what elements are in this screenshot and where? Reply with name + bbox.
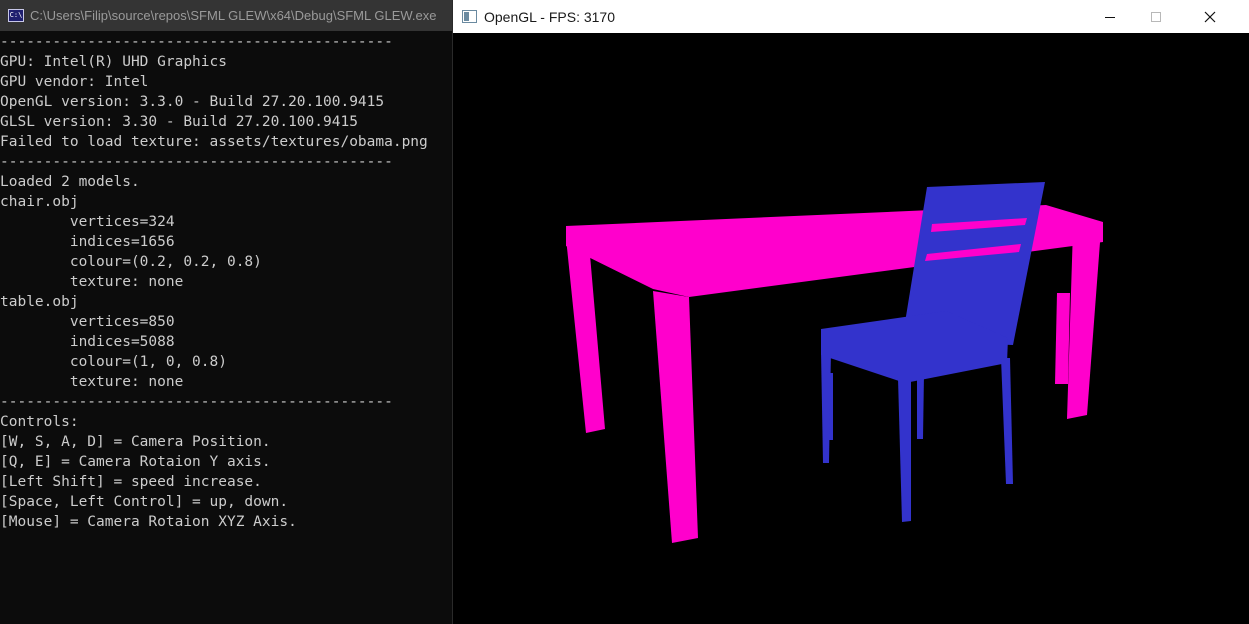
console-line: vertices=850 xyxy=(0,314,175,330)
console-line: chair.obj xyxy=(0,194,79,210)
chair-leg-front-left xyxy=(821,351,831,463)
render-viewport[interactable] xyxy=(453,33,1249,624)
console-titlebar[interactable]: C:\ C:\Users\Filip\source\repos\SFML GLE… xyxy=(0,0,452,31)
console-line: [Space, Left Control] = up, down. xyxy=(0,494,289,510)
minimize-icon xyxy=(1105,16,1115,18)
console-app-icon: C:\ xyxy=(8,9,24,22)
console-line: ----------------------------------------… xyxy=(0,154,393,170)
console-line: [W, S, A, D] = Camera Position. xyxy=(0,434,271,450)
console-output: ----------------------------------------… xyxy=(0,32,452,532)
console-line: GLSL version: 3.30 - Build 27.20.100.941… xyxy=(0,114,358,130)
table-leg-back-right xyxy=(1055,293,1070,384)
opengl-window[interactable]: OpenGL - FPS: 3170 xyxy=(452,0,1249,624)
table-leg-front-center xyxy=(653,291,698,543)
console-line: GPU: Intel(R) UHD Graphics xyxy=(0,54,227,70)
console-line: texture: none xyxy=(0,374,184,390)
console-line: [Mouse] = Camera Rotaion XYZ Axis. xyxy=(0,514,297,530)
console-line: [Q, E] = Camera Rotaion Y axis. xyxy=(0,454,271,470)
chair-leg-back-right xyxy=(917,373,924,439)
console-line: texture: none xyxy=(0,274,184,290)
opengl-titlebar[interactable]: OpenGL - FPS: 3170 xyxy=(453,0,1249,33)
console-line: indices=5088 xyxy=(0,334,175,350)
window-app-icon xyxy=(462,10,477,23)
console-line: vertices=324 xyxy=(0,214,175,230)
close-button[interactable] xyxy=(1187,0,1233,33)
console-line: Controls: xyxy=(0,414,79,430)
console-line: ----------------------------------------… xyxy=(0,394,393,410)
chair-leg-front-right xyxy=(1001,358,1013,484)
console-title: C:\Users\Filip\source\repos\SFML GLEW\x6… xyxy=(30,8,437,23)
console-line: GPU vendor: Intel xyxy=(0,74,149,90)
console-line: OpenGL version: 3.3.0 - Build 27.20.100.… xyxy=(0,94,385,110)
minimize-button[interactable] xyxy=(1087,0,1133,33)
console-window[interactable]: C:\ C:\Users\Filip\source\repos\SFML GLE… xyxy=(0,0,452,624)
table-leg-front-left xyxy=(566,238,605,433)
chair-leg-front-center xyxy=(898,378,911,522)
maximize-icon xyxy=(1151,11,1161,22)
console-line: table.obj xyxy=(0,294,79,310)
opengl-title: OpenGL - FPS: 3170 xyxy=(484,8,615,25)
console-line: Loaded 2 models. xyxy=(0,174,140,190)
maximize-button[interactable] xyxy=(1133,0,1179,33)
console-line: [Left Shift] = speed increase. xyxy=(0,474,262,490)
close-icon xyxy=(1204,11,1216,22)
console-line: ----------------------------------------… xyxy=(0,34,393,50)
console-line: colour=(1, 0, 0.8) xyxy=(0,354,227,370)
console-line: Failed to load texture: assets/textures/… xyxy=(0,134,428,150)
console-line: colour=(0.2, 0.2, 0.8) xyxy=(0,254,262,270)
console-line: indices=1656 xyxy=(0,234,175,250)
table-leg-right xyxy=(1067,229,1101,419)
